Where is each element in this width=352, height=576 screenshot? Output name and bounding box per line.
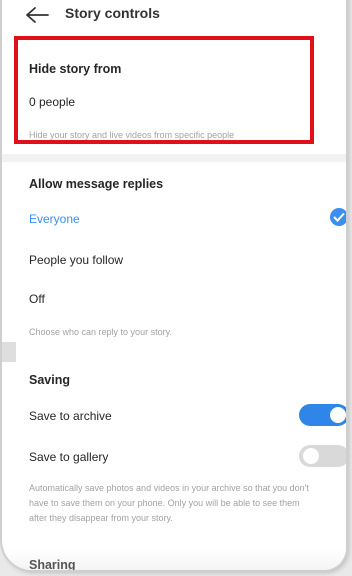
toggle-knob — [330, 407, 346, 423]
reply-option-people-you-follow[interactable]: People you follow — [29, 253, 123, 267]
window-edge-shadow — [2, 342, 16, 362]
hide-story-description: Hide your story and live videos from spe… — [29, 130, 235, 140]
save-to-archive-toggle[interactable] — [299, 404, 346, 426]
toggle-knob — [303, 448, 319, 464]
saving-description-line-1: Automatically save photos and videos in … — [29, 483, 309, 493]
replies-heading: Allow message replies — [29, 177, 164, 191]
section-divider — [2, 154, 346, 162]
app-header: Story controls — [2, 0, 346, 34]
back-arrow-icon[interactable] — [24, 5, 50, 25]
reply-option-everyone[interactable]: Everyone — [29, 212, 80, 226]
save-to-gallery-label: Save to gallery — [29, 450, 109, 464]
selected-check-icon — [330, 208, 346, 226]
saving-description-line-3: after they disappear from your story. — [29, 513, 173, 523]
save-to-archive-label: Save to archive — [29, 409, 112, 423]
saving-heading: Saving — [29, 373, 70, 387]
saving-description-line-2: have to save them on your phone. Only yo… — [29, 498, 300, 508]
hide-story-heading: Hide story from — [29, 62, 122, 76]
replies-description: Choose who can reply to your story. — [29, 327, 172, 337]
sharing-heading-partial: Sharing — [29, 558, 76, 570]
page-title: Story controls — [65, 5, 160, 21]
phone-screen: Story controls Hide story from 0 people … — [2, 0, 346, 570]
reply-option-off[interactable]: Off — [29, 292, 45, 306]
hide-story-highlight-box[interactable] — [14, 36, 314, 144]
save-to-gallery-toggle[interactable] — [299, 445, 346, 467]
hide-story-value[interactable]: 0 people — [29, 95, 75, 109]
